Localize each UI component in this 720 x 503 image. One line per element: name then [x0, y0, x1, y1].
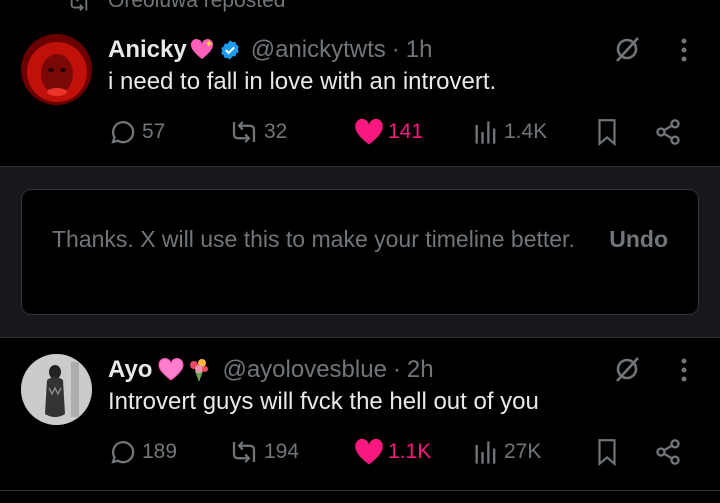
repost-banner: Oreoluwa reposted — [0, 0, 720, 14]
tweet-text[interactable]: Introvert guys will fvck the hell out of… — [108, 388, 539, 416]
like-count: 1.1K — [388, 440, 432, 463]
bouquet-icon — [186, 357, 212, 383]
repost-icon — [66, 0, 92, 14]
grok-icon[interactable] — [612, 354, 642, 389]
repost-button[interactable]: 32 — [228, 116, 287, 148]
reply-count: 189 — [142, 440, 178, 463]
share-button[interactable] — [654, 116, 682, 148]
feedback-section: Thanks. X will use this to make your tim… — [0, 167, 720, 337]
reply-icon — [108, 117, 138, 147]
tweet-text[interactable]: i need to fall in love with an introvert… — [108, 68, 496, 96]
views-button[interactable]: 1.4K — [472, 116, 547, 148]
handle[interactable]: @ayolovesblue — [222, 356, 386, 384]
display-name[interactable]: Ayo — [108, 356, 152, 384]
tweet-ayo[interactable]: Ayo @ayolovesblue · 2h Introvert guys wi… — [0, 338, 720, 488]
repost-count: 32 — [264, 120, 288, 143]
heart-filled-icon — [354, 438, 384, 466]
tweet-header: Ayo @ayolovesblue · 2h — [108, 356, 434, 384]
avatar[interactable] — [21, 354, 92, 425]
bookmark-button[interactable] — [594, 436, 620, 468]
separator-dot: · — [391, 36, 400, 63]
handle[interactable]: @anickytwts — [251, 36, 386, 64]
sparkling-heart-icon — [189, 38, 215, 62]
reply-button[interactable]: 189 — [108, 436, 177, 468]
views-count: 1.4K — [504, 120, 548, 143]
reply-button[interactable]: 57 — [108, 116, 165, 148]
like-button[interactable]: 141 — [354, 116, 423, 148]
tweet-actions: 189 194 1.1K 27K — [108, 436, 698, 468]
repost-button[interactable]: 194 — [228, 436, 299, 468]
avatar[interactable] — [21, 34, 92, 105]
tweet-actions: 57 32 141 1.4K — [108, 116, 698, 148]
share-button[interactable] — [654, 436, 682, 468]
divider — [0, 490, 720, 491]
views-button[interactable]: 27K — [472, 436, 541, 468]
feedback-box: Thanks. X will use this to make your tim… — [21, 189, 699, 315]
grok-icon[interactable] — [612, 34, 642, 69]
display-name[interactable]: Anicky — [108, 36, 187, 64]
timestamp[interactable]: 2h — [407, 356, 434, 384]
views-count: 27K — [504, 440, 542, 463]
repost-count: 194 — [264, 440, 300, 463]
separator-dot: · — [392, 356, 401, 383]
timestamp[interactable]: 1h — [406, 36, 433, 64]
more-options-icon[interactable] — [672, 36, 696, 69]
views-chart-icon — [472, 438, 500, 466]
verified-badge-icon — [219, 39, 241, 61]
bookmark-button[interactable] — [594, 116, 620, 148]
repost-banner-text[interactable]: Oreoluwa reposted — [108, 0, 285, 13]
tweet-anicky[interactable]: Anicky @anickytwts · 1h i need to fall i… — [0, 18, 720, 166]
bookmark-icon — [594, 117, 620, 147]
views-chart-icon — [472, 118, 500, 146]
more-options-icon[interactable] — [672, 356, 696, 389]
repost-icon — [228, 117, 260, 147]
feedback-message: Thanks. X will use this to make your tim… — [52, 226, 575, 252]
like-button[interactable]: 1.1K — [354, 436, 431, 468]
bookmark-icon — [594, 437, 620, 467]
repost-icon — [228, 437, 260, 467]
reply-icon — [108, 437, 138, 467]
reply-count: 57 — [142, 120, 166, 143]
tweet-header: Anicky @anickytwts · 1h — [108, 36, 432, 64]
like-count: 141 — [388, 120, 424, 143]
heart-filled-icon — [354, 118, 384, 146]
pink-heart-icon — [158, 358, 184, 382]
undo-button[interactable]: Undo — [609, 226, 668, 253]
share-icon — [654, 118, 682, 146]
share-icon — [654, 438, 682, 466]
